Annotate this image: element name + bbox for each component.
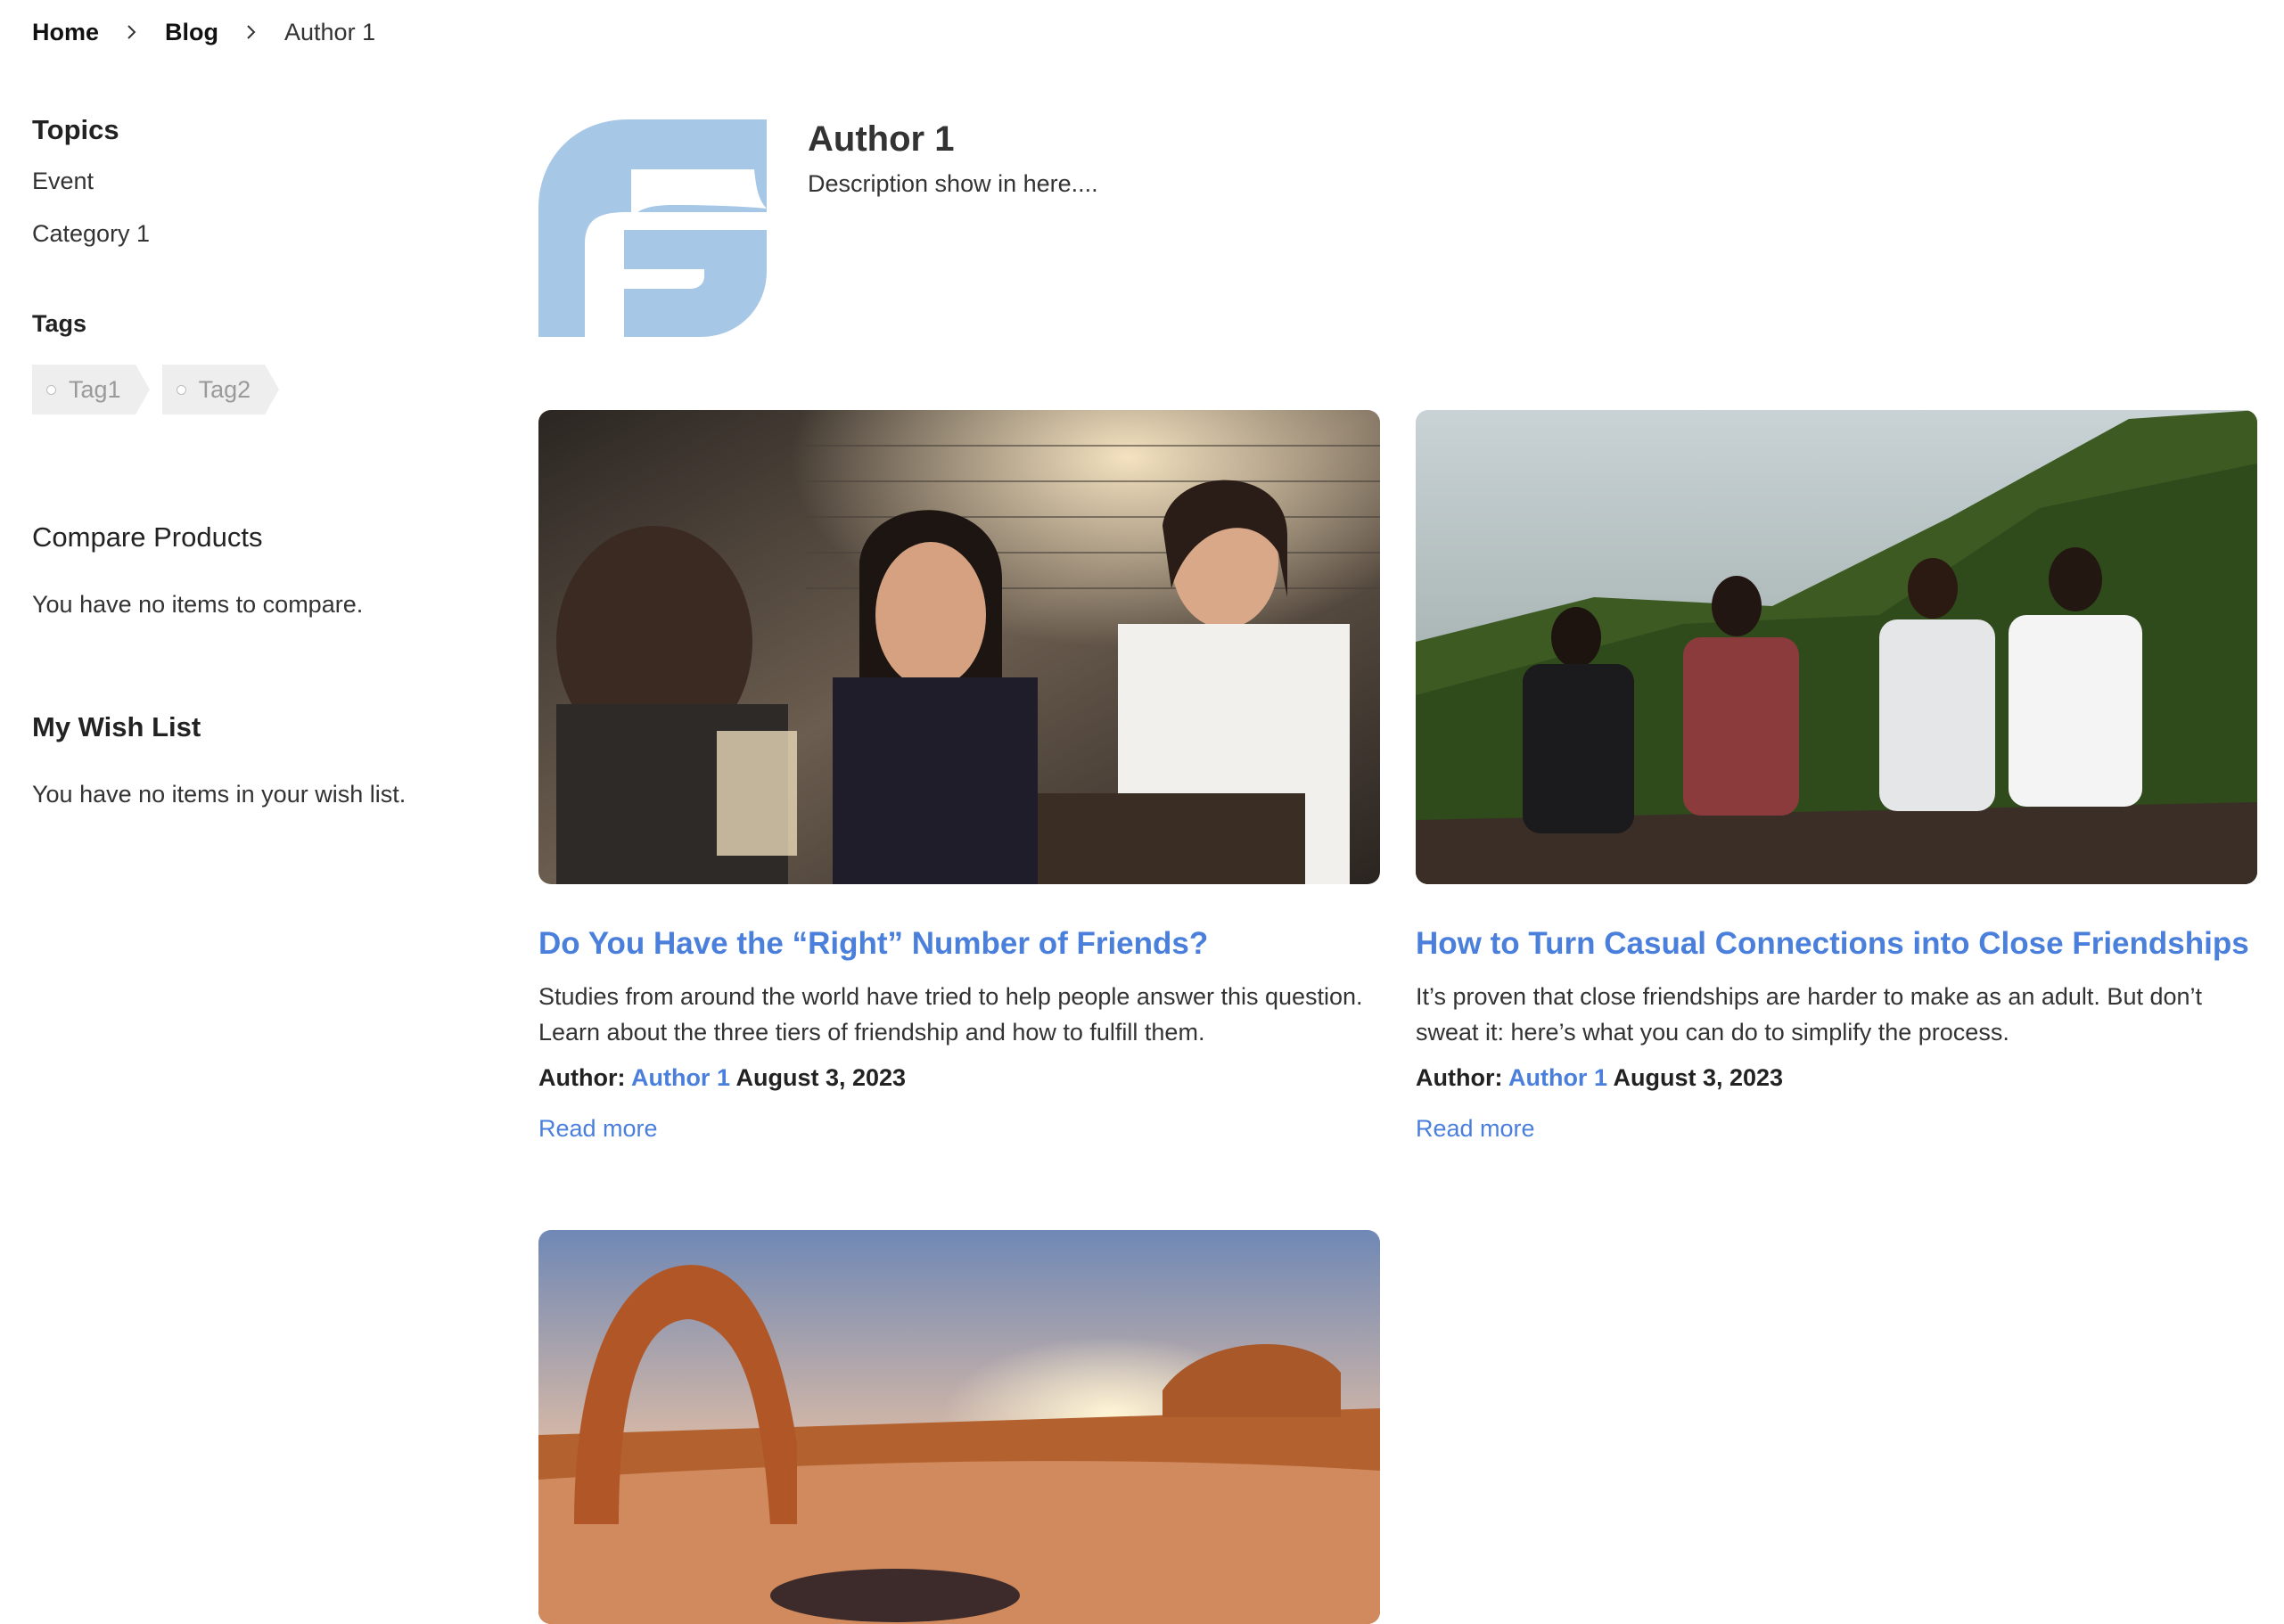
post-author-link[interactable]: Author 1 [631,1064,730,1091]
post-date: August 3, 2023 [1613,1064,1784,1091]
post-author-link[interactable]: Author 1 [1508,1064,1607,1091]
compare-products-heading: Compare Products [32,521,263,553]
tag-tag1[interactable]: Tag1 [32,365,150,414]
blog-post-card: How to Turn Casual Connections into Clos… [1416,410,2257,1143]
post-image-desert-arch[interactable] [538,1230,1380,1624]
tag-label: Tag2 [198,375,251,403]
tag-label: Tag1 [69,375,121,403]
post-image-friends-restaurant[interactable] [538,410,1380,884]
post-excerpt: It’s proven that close friendships are h… [1416,983,2203,1046]
topics-heading: Topics [32,114,119,145]
chevron-right-icon [124,24,140,40]
page: Home Blog Author 1 Topics Event Category… [0,0,2284,1624]
tag-hole-icon [46,384,56,395]
topic-item-category-1[interactable]: Category 1 [32,220,460,248]
breadcrumb-home-link[interactable]: Home [32,19,99,46]
post-title-link[interactable]: Do You Have the “Right” Number of Friend… [538,925,1380,963]
wishlist-empty-text: You have no items in your wish list. [32,781,407,808]
tags-heading: Tags [32,310,87,337]
breadcrumb: Home Blog Author 1 [32,12,375,52]
blog-post-card: Do You Have the “Right” Number of Friend… [538,410,1380,1143]
topic-item-event[interactable]: Event [32,168,460,195]
post-image-friends-mountain[interactable] [1416,410,2257,884]
post-excerpt: Studies from around the world have tried… [538,983,1363,1046]
post-author-label: Author: [538,1064,626,1091]
read-more-link[interactable]: Read more [538,1115,658,1143]
wishlist-heading: My Wish List [32,711,201,742]
tag-tag2[interactable]: Tag2 [161,365,279,414]
read-more-link[interactable]: Read more [1416,1115,1535,1143]
topic-list: Event Category 1 [32,168,460,248]
post-meta: Author: Author 1 August 3, 2023 [538,1064,1380,1092]
tag-list: Tag1 Tag2 [32,365,460,414]
compare-empty-text: You have no items to compare. [32,591,364,618]
author-name: Author 1 [808,119,955,159]
author-header: Author 1 Description show in here.... [538,119,1098,337]
breadcrumb-current: Author 1 [284,18,376,45]
author-description: Description show in here.... [808,170,1098,197]
breadcrumb-blog-link[interactable]: Blog [165,19,218,46]
post-date: August 3, 2023 [735,1064,907,1091]
post-author-label: Author: [1416,1064,1503,1091]
post-title-link[interactable]: How to Turn Casual Connections into Clos… [1416,925,2257,963]
chevron-right-icon [243,24,259,40]
tag-hole-icon [176,384,186,395]
post-meta: Author: Author 1 August 3, 2023 [1416,1064,2257,1092]
author-logo [538,119,767,337]
blog-post-card [538,1230,1380,1624]
sidebar: Topics Event Category 1 Tags Tag1 Tag2 C… [32,107,460,808]
author-info: Author 1 Description show in here.... [808,119,1098,337]
